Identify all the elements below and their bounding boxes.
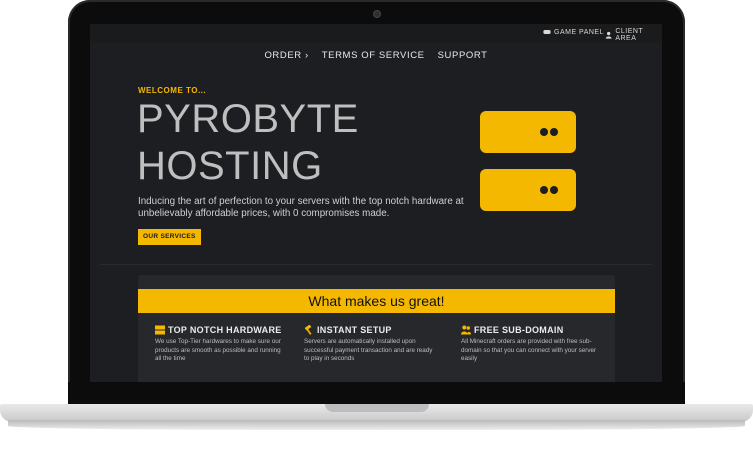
feature-text: All Minecraft orders are provided with f… <box>461 338 597 362</box>
website-screen: GAME PANEL CLIENT AREA ORDER › TERMS OF … <box>90 24 662 382</box>
welcome-text: WELCOME TO... <box>138 86 207 95</box>
game-panel-label: GAME PANEL <box>554 28 604 36</box>
gamepad-icon <box>543 30 551 34</box>
laptop-shadow <box>8 420 745 430</box>
server-led <box>550 128 558 136</box>
users-icon <box>461 325 471 335</box>
laptop-notch <box>325 404 429 412</box>
features-card: What makes us great! TOP NOTCH HARDWARE … <box>138 275 615 382</box>
server-illustration-bottom <box>480 169 576 211</box>
feature-title: TOP NOTCH HARDWARE <box>168 325 282 335</box>
main-nav: ORDER › TERMS OF SERVICE SUPPORT <box>90 50 662 61</box>
feature-title: INSTANT SETUP <box>317 325 392 335</box>
feature-title: FREE SUB-DOMAIN <box>474 325 564 335</box>
feature-text: We use Top-Tier hardwares to make sure o… <box>155 338 281 362</box>
client-area-link[interactable]: CLIENT AREA <box>605 28 662 42</box>
feature-text: Servers are automatically installed upon… <box>304 338 433 362</box>
camera <box>374 11 380 17</box>
top-bar: GAME PANEL CLIENT AREA <box>90 24 662 43</box>
hero-description: Inducing the art of perfection to your s… <box>138 196 464 219</box>
laptop-hinge <box>68 382 685 404</box>
client-area-label: CLIENT AREA <box>615 28 644 42</box>
feature-hardware: TOP NOTCH HARDWARE We use Top-Tier hardw… <box>155 325 285 364</box>
server-icon <box>155 325 165 335</box>
server-illustration-top <box>480 111 576 153</box>
hero-title: PYROBYTE HOSTING <box>137 96 359 190</box>
server-led <box>540 128 548 136</box>
nav-item-order[interactable]: ORDER › <box>264 50 308 61</box>
user-icon <box>605 31 612 39</box>
features-banner: What makes us great! <box>138 289 615 313</box>
feature-subdomain: FREE SUB-DOMAIN All Minecraft orders are… <box>461 325 601 364</box>
hero-title-line2: HOSTING <box>137 144 323 188</box>
server-led <box>550 186 558 194</box>
server-led <box>540 186 548 194</box>
section-divider <box>100 264 652 265</box>
hero-title-line1: PYROBYTE <box>137 97 359 141</box>
our-services-button[interactable]: OUR SERVICES <box>138 229 201 245</box>
game-panel-link[interactable]: GAME PANEL <box>543 28 604 36</box>
nav-item-terms[interactable]: TERMS OF SERVICE <box>322 50 425 61</box>
feature-setup: INSTANT SETUP Servers are automatically … <box>304 325 434 364</box>
hammer-icon <box>304 325 312 335</box>
nav-item-support[interactable]: SUPPORT <box>438 50 488 61</box>
